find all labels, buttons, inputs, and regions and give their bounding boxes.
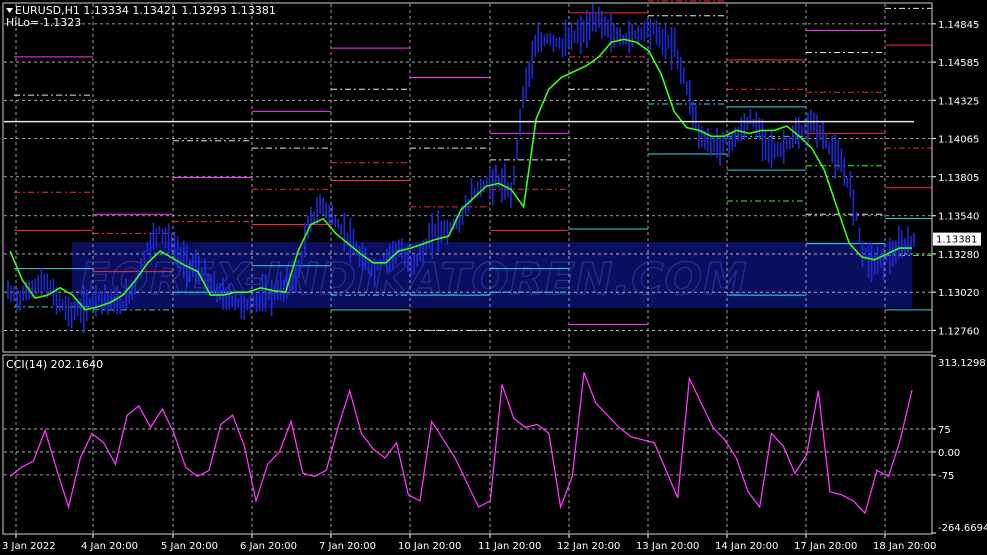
cci-header: CCI(14) 202.1640 xyxy=(6,358,103,371)
y-tick-label: 1.14065 xyxy=(938,135,979,146)
cci-y-tick-label: 0.00 xyxy=(938,448,960,459)
cci-y-tick-label: 313.1298 xyxy=(938,358,986,369)
x-tick-label: 3 Jan 2022 xyxy=(2,541,56,552)
y-tick-label: 1.14325 xyxy=(938,96,979,107)
x-tick-label: 18 Jan 20:00 xyxy=(873,541,936,552)
y-tick-label: 1.13280 xyxy=(938,250,979,261)
cci-y-tick-label: 75 xyxy=(938,425,951,436)
y-tick-label: 1.13020 xyxy=(938,288,979,299)
x-tick-label: 13 Jan 20:00 xyxy=(636,541,699,552)
x-tick-label: 4 Jan 20:00 xyxy=(81,541,138,552)
cci-y-tick-label: -264.6694 xyxy=(938,523,987,534)
chart-canvas: FOREX-INDIKATOREN.COM 1.148451.145851.14… xyxy=(0,0,987,555)
x-tick-label: 12 Jan 20:00 xyxy=(557,541,620,552)
x-tick-label: 17 Jan 20:00 xyxy=(794,541,857,552)
x-tick-label: 14 Jan 20:00 xyxy=(715,541,778,552)
x-tick-label: 10 Jan 20:00 xyxy=(398,541,461,552)
y-tick-label: 1.13805 xyxy=(938,173,979,184)
x-tick-label: 6 Jan 20:00 xyxy=(240,541,297,552)
y-tick-label: 1.12760 xyxy=(938,326,979,337)
current-price-label: 1.13381 xyxy=(936,235,977,246)
hilo-header: HiLo= 1.1323 xyxy=(6,16,81,29)
x-tick-label: 11 Jan 20:00 xyxy=(478,541,541,552)
x-tick-label: 7 Jan 20:00 xyxy=(319,541,376,552)
y-tick-label: 1.13540 xyxy=(938,212,979,223)
cci-y-tick-label: -75 xyxy=(938,471,954,482)
y-tick-label: 1.14845 xyxy=(938,20,979,31)
price-axis-labels: 1.14845 1.14585 1.14325 1.14065 1.13805 1.135… xyxy=(932,20,979,337)
y-tick-label: 1.14585 xyxy=(938,58,979,69)
x-tick-label: 5 Jan 20:00 xyxy=(161,541,218,552)
